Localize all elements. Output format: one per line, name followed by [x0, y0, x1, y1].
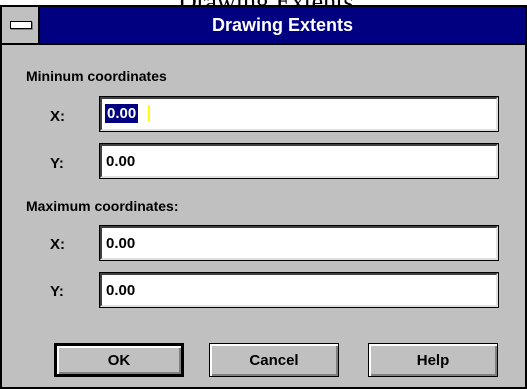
help-button[interactable]: Help	[368, 343, 498, 377]
min-x-field-wrapper: 0.00	[99, 96, 499, 132]
min-x-input[interactable]	[99, 96, 499, 132]
text-caret	[148, 105, 150, 122]
maximum-coordinates-label: Maximum coordinates:	[26, 198, 179, 214]
max-y-label: Y:	[50, 283, 64, 300]
max-y-input[interactable]	[99, 272, 499, 308]
drawing-extents-dialog: Drawing Extents Mininum coordinates X: 0…	[0, 5, 527, 389]
min-x-selection: 0.00	[105, 104, 139, 123]
max-x-input[interactable]	[99, 225, 499, 261]
min-y-input[interactable]	[99, 143, 499, 179]
minimum-coordinates-label: Mininum coordinates	[26, 68, 167, 84]
ok-button[interactable]: OK	[54, 343, 184, 377]
max-x-label: X:	[50, 236, 65, 253]
system-menu-icon	[10, 21, 32, 29]
min-x-label: X:	[50, 108, 65, 125]
dialog-title: Drawing Extents	[211, 15, 354, 35]
cancel-button[interactable]: Cancel	[209, 343, 339, 377]
system-menu-button[interactable]	[2, 7, 40, 43]
min-y-label: Y:	[50, 155, 64, 172]
title-bar[interactable]: Drawing Extents	[2, 7, 525, 45]
min-x-selected-text: 0.00	[107, 105, 137, 122]
